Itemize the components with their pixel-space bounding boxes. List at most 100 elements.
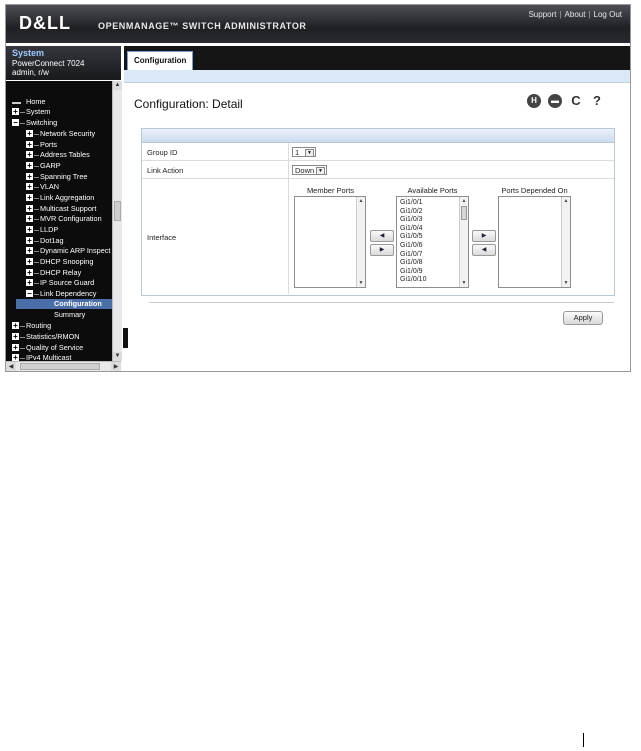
sidebar-item-dhcp-relay[interactable]: + DHCP Relay <box>6 268 112 278</box>
page-edge-mark <box>583 733 584 747</box>
sidebar-item-home[interactable]: Home <box>6 97 112 107</box>
expand-icon[interactable]: + <box>26 237 33 245</box>
system-title[interactable]: System <box>12 48 44 58</box>
sidebar-item-label: GARP <box>40 161 61 170</box>
nav-hscroll-thumb[interactable] <box>20 363 100 370</box>
sidebar-item-address-tables[interactable]: + Address Tables <box>6 150 112 160</box>
collapse-icon[interactable]: − <box>26 290 33 298</box>
link-action-select[interactable]: Down ▼ <box>292 165 327 175</box>
expand-icon[interactable]: + <box>26 141 33 149</box>
sidebar-item-ports[interactable]: + Ports <box>6 140 112 150</box>
expand-icon[interactable]: + <box>26 151 33 159</box>
sidebar-item-ipv4-multicast[interactable]: + IPv4 Multicast <box>6 353 112 361</box>
sidebar-item-ip-source-guard[interactable]: + IP Source Guard <box>6 278 112 288</box>
port-option[interactable]: Gi1/0/9 <box>400 268 423 276</box>
sidebar-item-spanning-tree[interactable]: + Spanning Tree <box>6 172 112 182</box>
port-option[interactable]: Gi1/0/6 <box>400 242 423 250</box>
sidebar-item-label: Dot1ag <box>40 236 64 245</box>
link-action-label: Link Action <box>147 166 184 175</box>
expand-icon[interactable]: + <box>26 226 33 234</box>
port-option[interactable]: Gi1/0/7 <box>400 251 423 259</box>
ports-depended-on-list[interactable]: ▲ ▼ <box>498 196 571 288</box>
expand-icon[interactable]: + <box>26 247 33 255</box>
available-ports-scrollbar[interactable]: ▲ ▼ <box>459 197 468 287</box>
sidebar-item-routing[interactable]: + Routing <box>6 321 112 331</box>
scroll-up-icon[interactable]: ▲ <box>113 81 122 90</box>
apply-button[interactable]: Apply <box>563 311 603 325</box>
expand-icon[interactable]: + <box>12 344 19 352</box>
sidebar-item-label: Summary <box>54 310 86 319</box>
support-link[interactable]: Support <box>528 10 556 19</box>
save-icon[interactable]: H <box>527 94 541 108</box>
expand-icon[interactable]: + <box>26 258 33 266</box>
expand-icon[interactable]: + <box>26 269 33 277</box>
expand-icon[interactable]: + <box>12 333 19 341</box>
sidebar-item-statistics-rmon[interactable]: + Statistics/RMON <box>6 332 112 342</box>
header-bar: D&LL OPENMANAGE™ SWITCH ADMINISTRATOR Su… <box>6 5 630 43</box>
scroll-left-icon[interactable]: ◀ <box>6 362 16 371</box>
logout-link[interactable]: Log Out <box>594 10 622 19</box>
move-to-available-button[interactable]: ▶ <box>370 244 394 256</box>
expand-icon[interactable]: + <box>26 173 33 181</box>
sidebar-item-dhcp-snooping[interactable]: + DHCP Snooping <box>6 257 112 267</box>
available-ports-title: Available Ports <box>407 186 458 195</box>
tab-bar: Configuration <box>124 46 630 71</box>
expand-icon[interactable]: + <box>26 130 33 138</box>
port-option[interactable]: Gi1/0/2 <box>400 208 423 216</box>
expand-icon[interactable]: + <box>26 194 33 202</box>
chevron-down-icon: ▼ <box>305 149 314 157</box>
sidebar-item-link-dependency[interactable]: − Link Dependency <box>6 289 112 299</box>
sidebar-item-mvr-configuration[interactable]: + MVR Configuration <box>6 214 112 224</box>
tab-configuration[interactable]: Configuration <box>127 51 194 71</box>
member-ports-list[interactable]: ▲ ▼ <box>294 196 366 288</box>
scroll-down-icon[interactable]: ▼ <box>113 352 122 361</box>
sidebar-item-multicast-support[interactable]: + Multicast Support <box>6 204 112 214</box>
collapse-icon[interactable]: − <box>12 119 19 127</box>
nav-horizontal-scrollbar[interactable]: ◀ ▶ <box>6 361 121 371</box>
move-to-depended-button[interactable]: ▶ <box>472 230 496 242</box>
port-option[interactable]: Gi1/0/8 <box>400 259 423 267</box>
print-icon[interactable]: ▬ <box>548 94 562 108</box>
member-ports-title: Member Ports <box>306 186 355 195</box>
chevron-down-icon: ▼ <box>316 167 325 175</box>
nav-scroll-thumb[interactable] <box>114 201 121 221</box>
expand-icon[interactable]: + <box>12 322 19 330</box>
pane-splitter[interactable] <box>123 328 128 348</box>
expand-icon[interactable]: + <box>26 279 33 287</box>
sidebar-item-dot1ag[interactable]: + Dot1ag <box>6 236 112 246</box>
port-option[interactable]: Gi1/0/5 <box>400 233 423 241</box>
sidebar-item-dynamic-arp-inspect[interactable]: + Dynamic ARP Inspect <box>6 246 112 256</box>
port-option[interactable]: Gi1/0/4 <box>400 225 423 233</box>
port-option[interactable]: Gi1/0/1 <box>400 199 423 207</box>
sidebar-item-garp[interactable]: + GARP <box>6 161 112 171</box>
expand-icon[interactable]: + <box>26 183 33 191</box>
refresh-icon[interactable]: C <box>569 94 583 108</box>
remove-depended-button[interactable]: ◀ <box>472 244 496 256</box>
available-ports-list[interactable]: Gi1/0/1 Gi1/0/2 Gi1/0/3 Gi1/0/4 Gi1/0/5 Gi1/0… <box>396 196 469 288</box>
expand-icon[interactable]: + <box>26 162 33 170</box>
port-option[interactable]: Gi1/0/10 <box>400 276 426 284</box>
sidebar-item-configuration[interactable]: Configuration <box>16 299 112 309</box>
nav-vertical-scrollbar[interactable]: ▲ ▼ <box>112 81 122 361</box>
sidebar-item-network-security[interactable]: + Network Security <box>6 129 112 139</box>
sidebar-item-lldp[interactable]: + LLDP <box>6 225 112 235</box>
expand-icon[interactable]: + <box>26 205 33 213</box>
expand-icon[interactable]: + <box>12 108 19 116</box>
sidebar-item-label: Home <box>26 97 46 106</box>
sidebar-item-switching[interactable]: − Switching <box>6 118 112 128</box>
system-info[interactable]: System PowerConnect 7024 admin, r/w <box>6 46 121 80</box>
port-option[interactable]: Gi1/0/3 <box>400 216 423 224</box>
help-icon[interactable]: ? <box>590 94 604 108</box>
sidebar-item-summary[interactable]: Summary <box>16 310 112 320</box>
expand-icon[interactable]: + <box>26 215 33 223</box>
sidebar-item-vlan[interactable]: + VLAN <box>6 182 112 192</box>
sidebar-item-system[interactable]: + System <box>6 107 112 117</box>
sidebar-item-quality-of-service[interactable]: + Quality of Service <box>6 343 112 353</box>
sidebar-item-label: Configuration <box>54 299 102 308</box>
move-to-member-button[interactable]: ◀ <box>370 230 394 242</box>
scroll-right-icon[interactable]: ▶ <box>111 362 121 371</box>
expand-icon[interactable]: + <box>12 354 19 361</box>
group-id-select[interactable]: 1 ▼ <box>292 147 316 157</box>
sidebar-item-link-aggregation[interactable]: + Link Aggregation <box>6 193 112 203</box>
about-link[interactable]: About <box>565 10 586 19</box>
